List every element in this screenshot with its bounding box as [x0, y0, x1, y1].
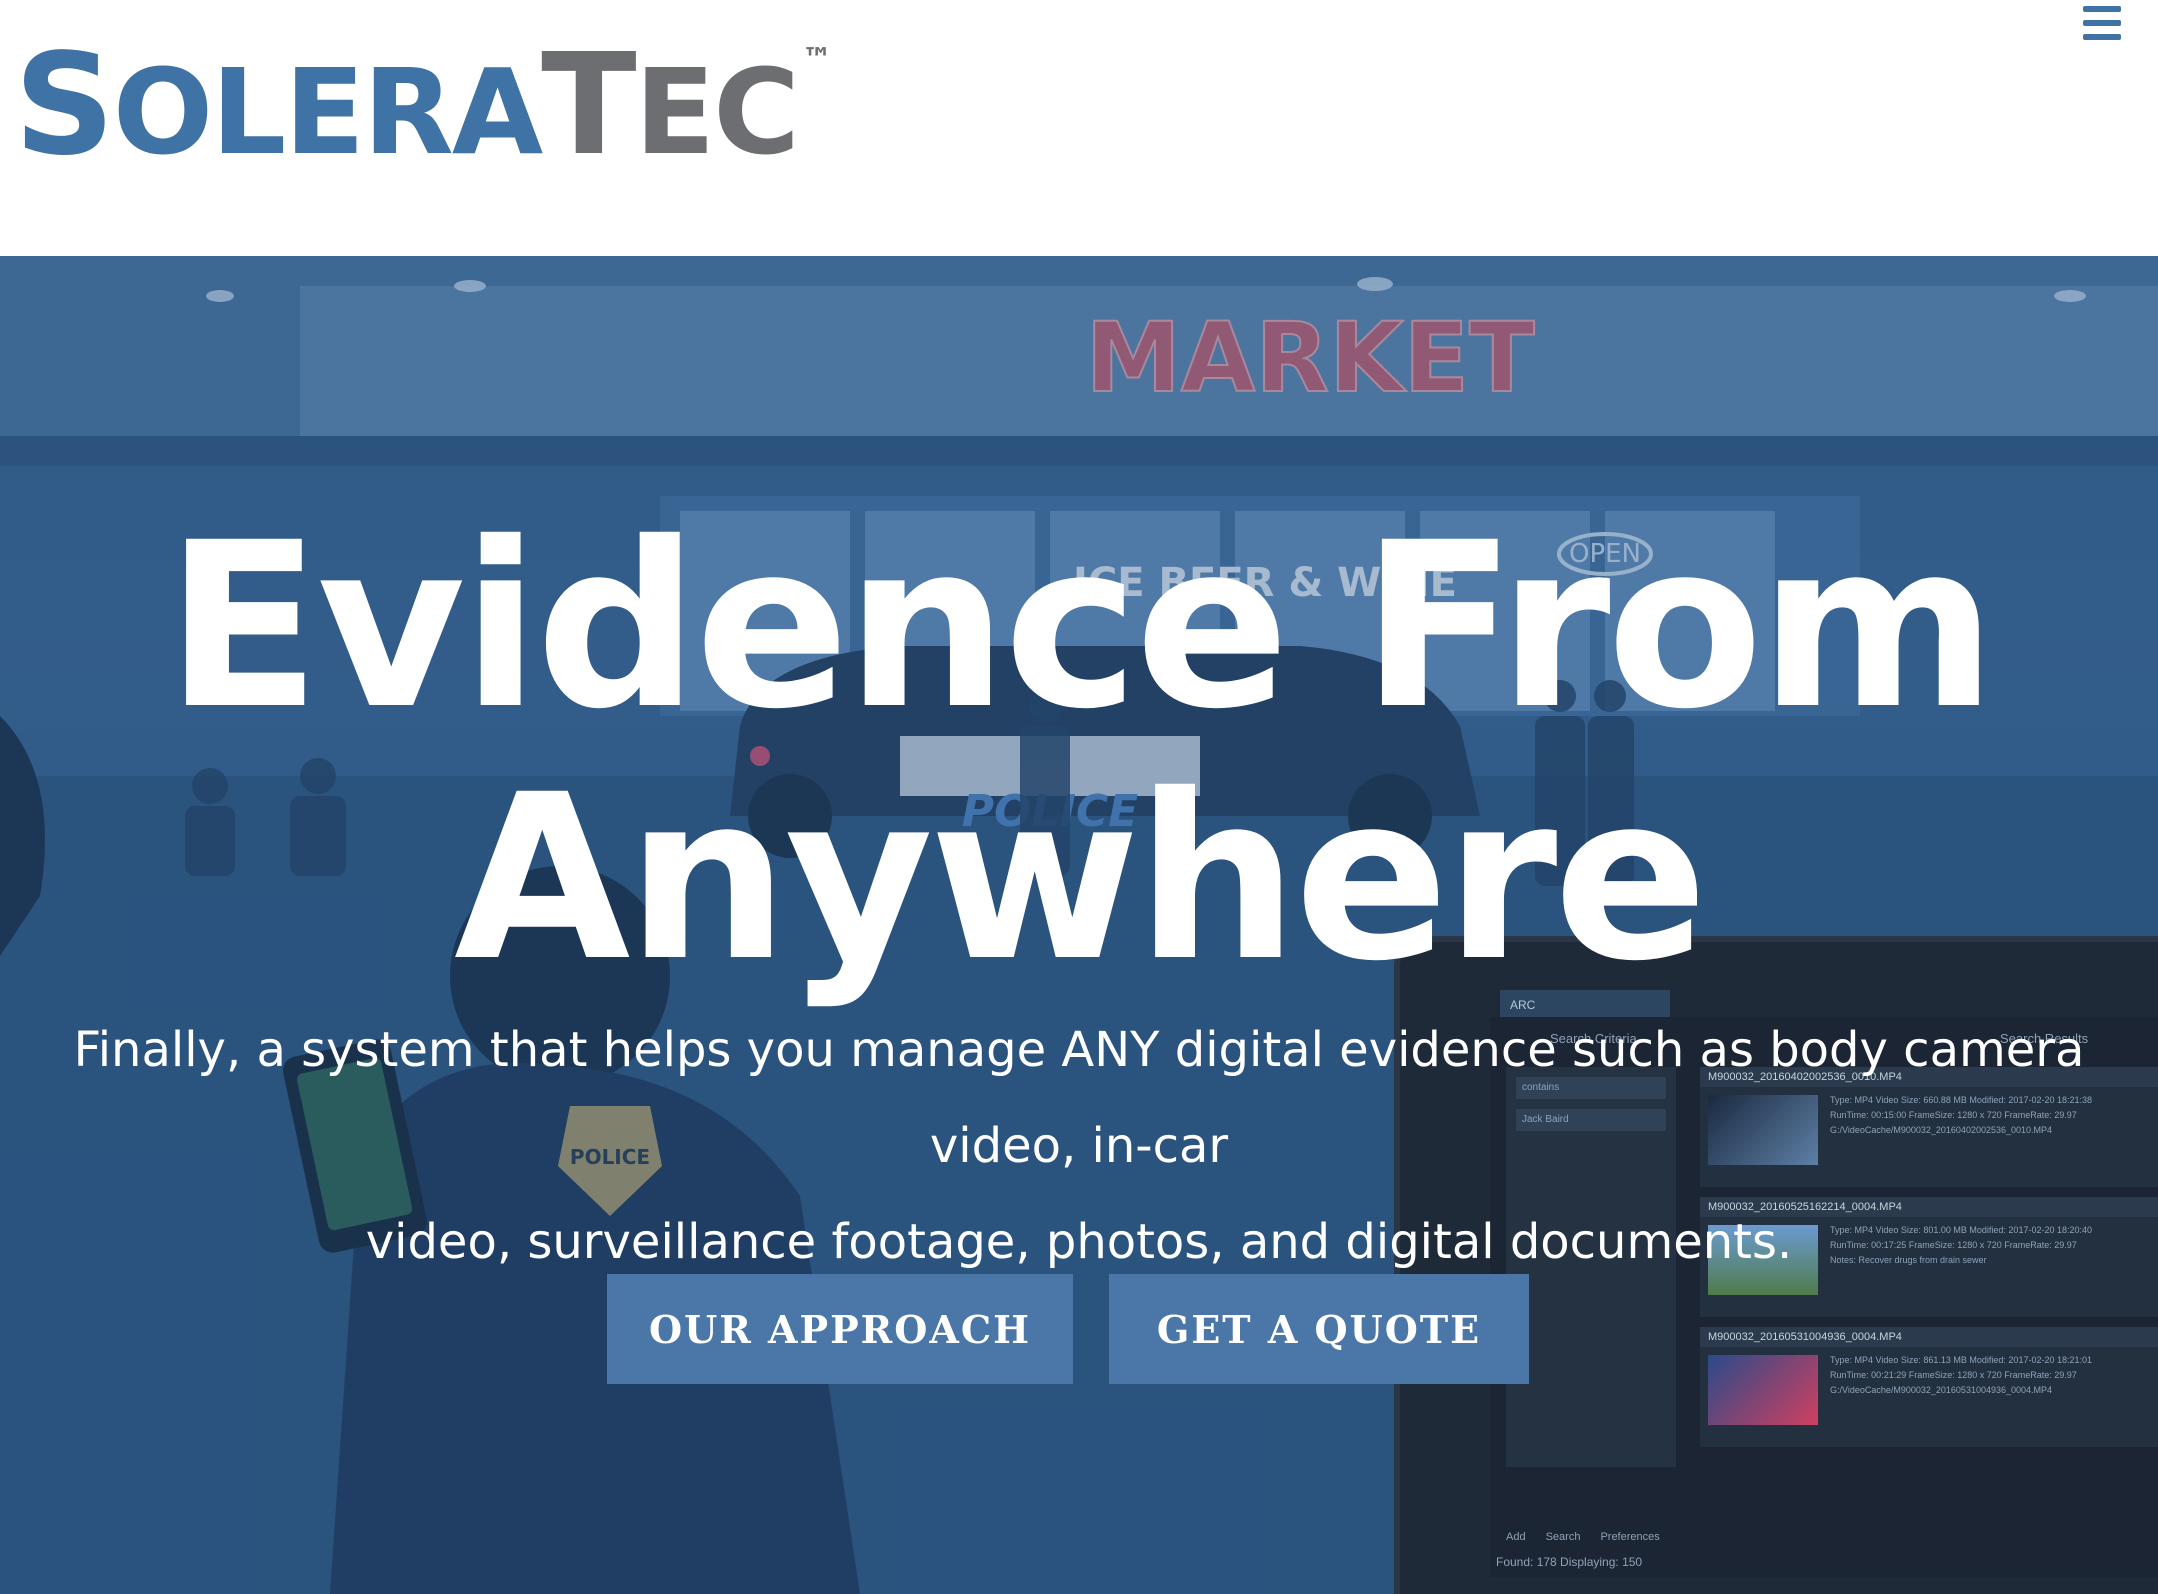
our-approach-button[interactable]: OUR APPROACH: [607, 1274, 1073, 1384]
app-button-row: Add Search Preferences: [1506, 1531, 1660, 1543]
results-count: Found: 178 Displaying: 150: [1496, 1555, 1643, 1569]
hamburger-menu-icon[interactable]: [2083, 6, 2121, 40]
logo-wordmark: S OLERA T EC: [14, 24, 800, 187]
hero-subtext-line1: Finally, a system that helps you manage …: [73, 1022, 2085, 1174]
soleratec-logo[interactable]: S OLERA T EC ™: [14, 36, 832, 176]
search-button: Search: [1545, 1531, 1581, 1543]
preferences-button: Preferences: [1600, 1531, 1660, 1543]
add-button: Add: [1506, 1531, 1526, 1543]
hero-subtext: Finally, a system that helps you manage …: [10, 1002, 2148, 1290]
result-meta: Type: MP4 Video Size: 861.13 MB Modified…: [1830, 1355, 2093, 1395]
result-filename: M900032_20160531004936_0004.MP4: [1700, 1327, 2158, 1347]
get-a-quote-button[interactable]: GET A QUOTE: [1109, 1274, 1529, 1384]
site-header: S OLERA T EC ™: [0, 0, 2158, 256]
hero-section: MARKET OPEN ICE BEER & WINE POLICE ARC S…: [0, 256, 2158, 1594]
result-row: M900032_20160531004936_0004.MP4 Type: MP…: [1700, 1327, 2158, 1447]
hero-headline-line2: Anywhere: [453, 745, 1708, 1011]
hero-subtext-line2: video, surveillance footage, photos, and…: [365, 1214, 1793, 1270]
logo-trademark: ™: [801, 42, 832, 77]
hero-headline-line1: Evidence From: [165, 493, 1997, 759]
video-thumbnail: [1708, 1355, 1818, 1425]
